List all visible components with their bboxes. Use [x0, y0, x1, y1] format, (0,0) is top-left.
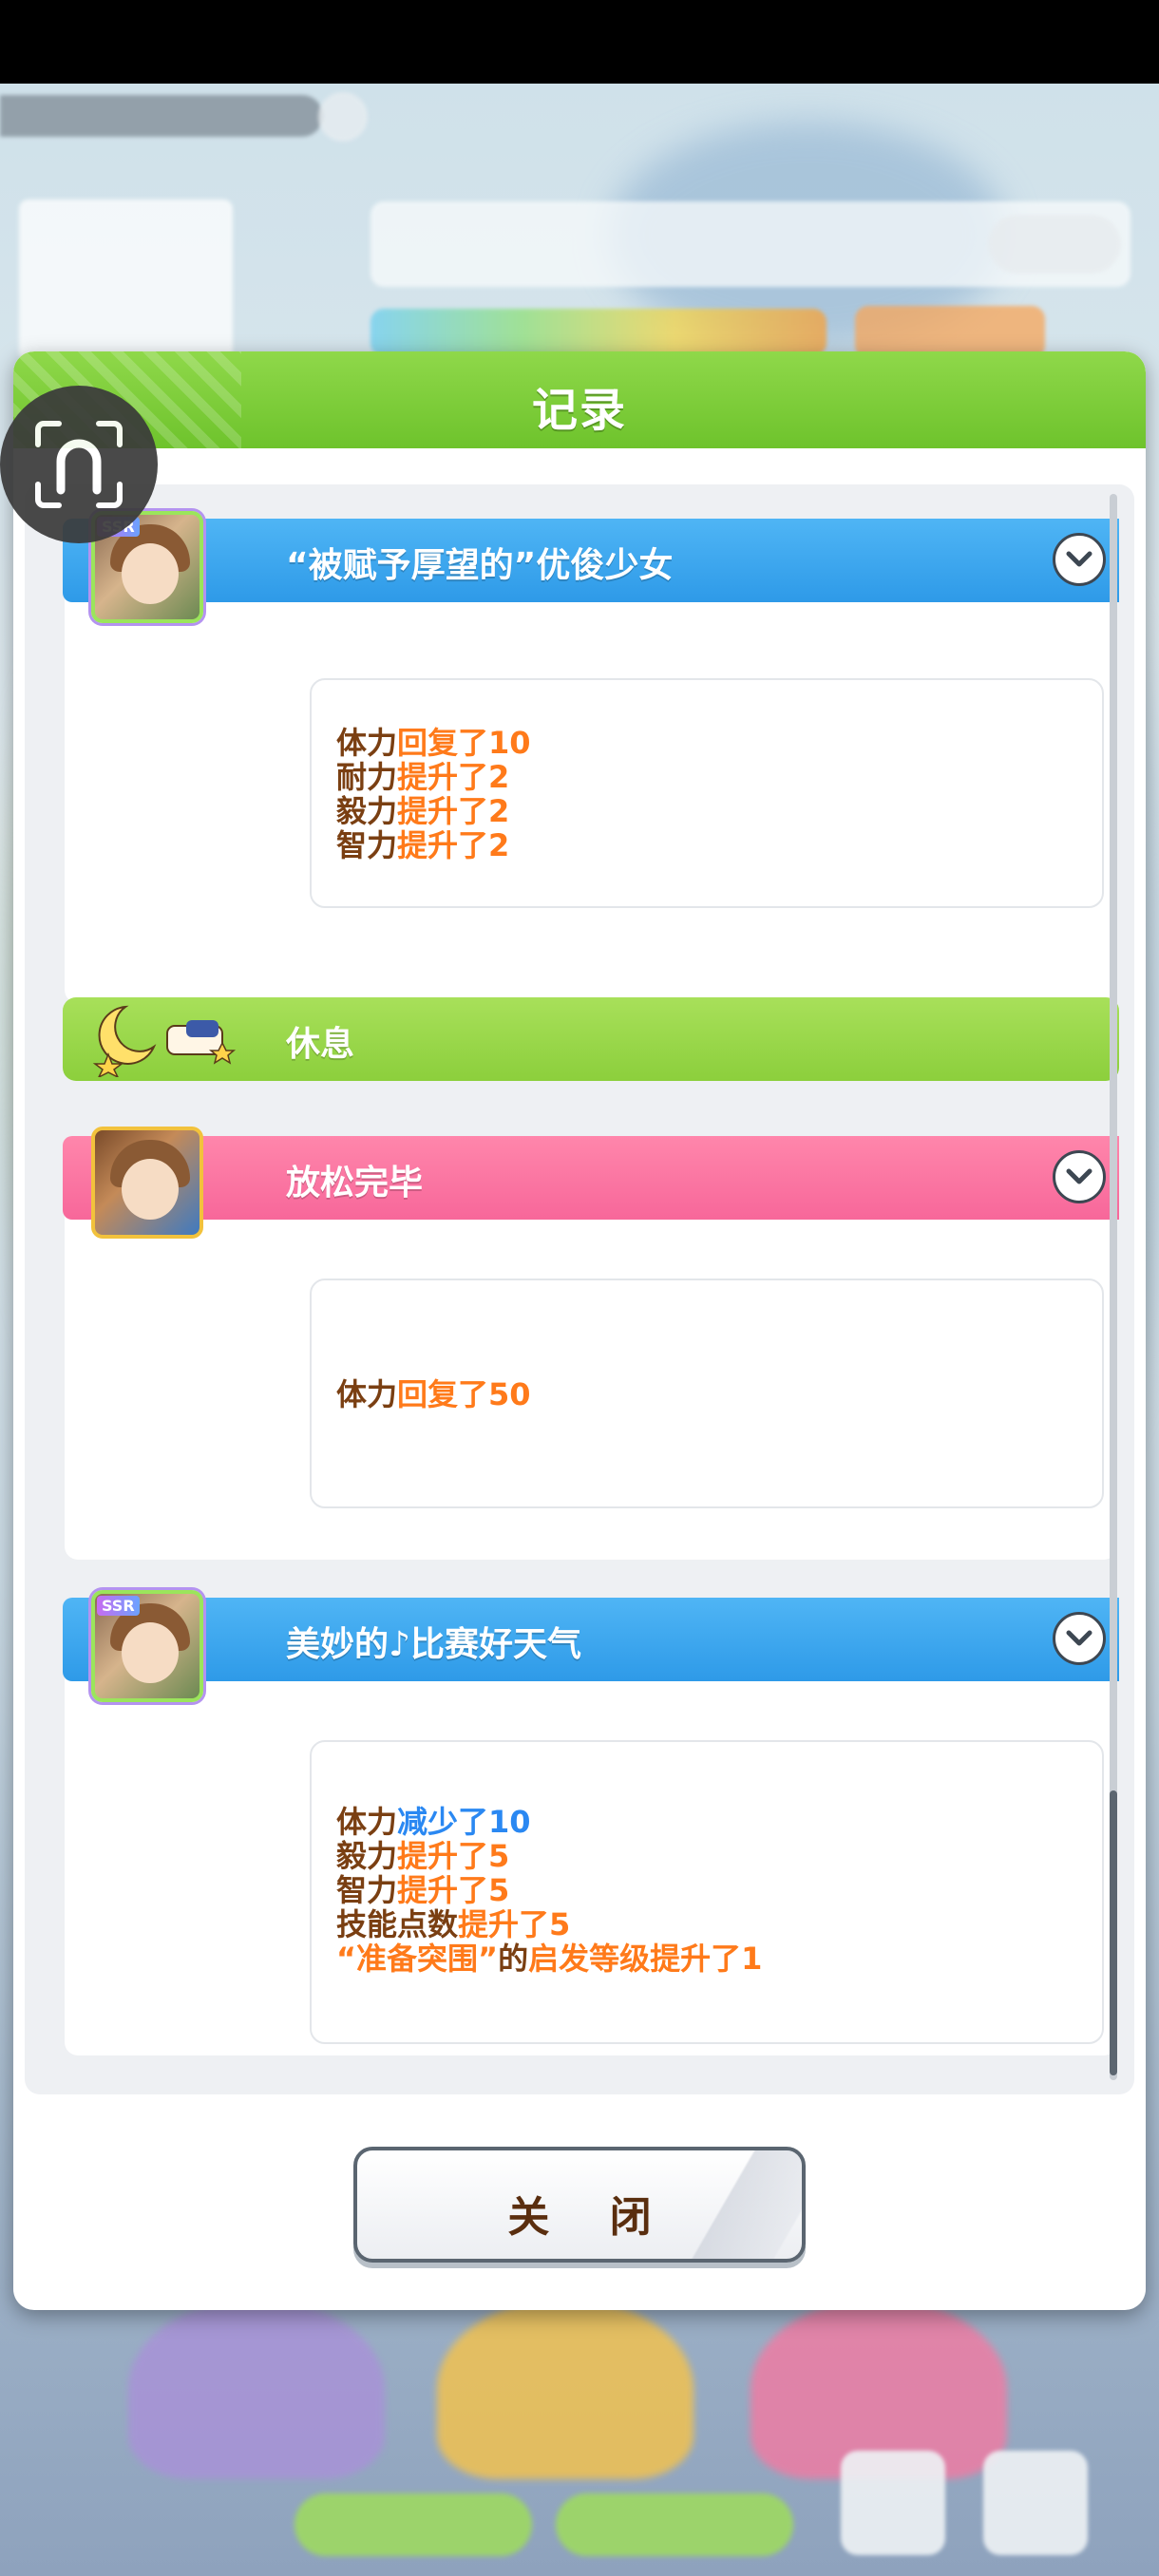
event-banner[interactable]: 美妙的♪比赛好天气: [63, 1598, 1119, 1681]
crescent-moon-icon: [80, 1001, 251, 1079]
effect-box: 体力回复了50: [310, 1279, 1104, 1508]
chevron-down-icon[interactable]: [1053, 1612, 1106, 1665]
stat-label: 智力: [336, 827, 398, 863]
rarity-badge: SSR: [97, 1596, 140, 1616]
stat-label: 智力: [336, 1872, 398, 1908]
effect-line: 毅力提升了2: [336, 794, 531, 828]
effect-line: 体力回复了50: [336, 1377, 531, 1411]
effect-line: 智力提升了5: [336, 1873, 762, 1907]
stat-change: 回复了10: [397, 725, 531, 761]
stat-change: 减少了10: [397, 1804, 531, 1840]
background-green-pill-1: [294, 2493, 532, 2556]
chevron-down-icon[interactable]: [1053, 1150, 1106, 1203]
effect-line: 体力减少了10: [336, 1805, 762, 1839]
effect-line: 耐力提升了2: [336, 760, 531, 794]
stat-label: 体力: [336, 725, 398, 761]
stat-change: 回复了50: [397, 1376, 531, 1412]
effect-line: “准备突围”的启发等级提升了1: [336, 1941, 762, 1976]
close-button-label: 关 闭: [507, 2193, 674, 2242]
stat-label: 的: [498, 1941, 529, 1977]
status-bar: [0, 0, 1159, 84]
event-title: 放松完毕: [286, 1164, 424, 1203]
support-card-portrait: SSR: [91, 1590, 203, 1702]
stat-change: “准备突围”: [336, 1941, 499, 1977]
close-button[interactable]: 关 闭: [353, 2147, 806, 2263]
effect-line: 技能点数提升了5: [336, 1907, 762, 1941]
effect-lines: 体力回复了10 耐力提升了2 毅力提升了2 智力提升了2: [336, 726, 531, 862]
character-portrait: [91, 1127, 203, 1239]
background-goal-button: [988, 215, 1121, 274]
scrollbar-thumb[interactable]: [1110, 1790, 1117, 2075]
event-title: 休息: [286, 1025, 355, 1064]
event-title: 美妙的♪比赛好天气: [286, 1625, 581, 1664]
stat-label: 毅力: [336, 793, 398, 829]
effect-line: 毅力提升了5: [336, 1839, 762, 1873]
background-menu-button: [983, 2451, 1088, 2555]
effect-box: 体力回复了10 耐力提升了2 毅力提升了2 智力提升了2: [310, 678, 1104, 908]
stat-label: 体力: [336, 1376, 398, 1412]
effect-lines: 体力减少了10 毅力提升了5 智力提升了5 技能点数提升了5 “准备突围”的启发等级提升…: [336, 1805, 762, 1976]
background-yellow-button: [437, 2299, 694, 2479]
event-banner[interactable]: “被赋予厚望的”优俊少女: [63, 519, 1119, 602]
log-dialog: 记录 “被赋予厚望的”优俊少女 SSR 体力回复了10耐力提升了2毅力提升了2智…: [13, 351, 1146, 2310]
log-scroll-panel[interactable]: “被赋予厚望的”优俊少女 SSR 体力回复了10耐力提升了2毅力提升了2智力提升…: [25, 484, 1134, 2094]
stat-label: 耐力: [336, 759, 398, 795]
effect-box: 体力减少了10 毅力提升了5 智力提升了5 技能点数提升了5 “准备突围”的启发等级提升…: [310, 1740, 1104, 2044]
chevron-down-icon[interactable]: [1053, 533, 1106, 586]
background-turn-panel: [19, 199, 233, 361]
event-title: “被赋予厚望的”优俊少女: [286, 546, 674, 585]
stat-change: 提升了5: [458, 1906, 571, 1942]
stat-change: 提升了2: [397, 793, 510, 829]
stat-label: 体力: [336, 1804, 398, 1840]
background-square-button-1: [841, 2451, 945, 2555]
horseshoe-icon[interactable]: [0, 386, 158, 543]
dialog-header: 记录: [13, 351, 1146, 448]
effect-line: 体力回复了10: [336, 726, 531, 760]
stat-change: 提升了5: [397, 1838, 510, 1874]
background-help-button: [318, 92, 368, 142]
stat-change: 提升了2: [397, 827, 510, 863]
stat-change: 提升了5: [397, 1872, 510, 1908]
event-banner[interactable]: 放松完毕: [63, 1136, 1119, 1220]
background-header-bar: [0, 95, 323, 137]
dialog-title: 记录: [531, 384, 627, 437]
stat-label: 毅力: [336, 1838, 398, 1874]
background-energy-bar: [370, 309, 826, 356]
stat-label: 技能点数: [336, 1906, 459, 1942]
background-purple-button: [128, 2299, 385, 2479]
background-green-pill-2: [556, 2493, 793, 2556]
event-banner-rest: 休息: [63, 997, 1119, 1081]
effect-line: 智力提升了2: [336, 828, 531, 862]
stat-change: 提升了2: [397, 759, 510, 795]
effect-lines: 体力回复了50: [336, 1377, 531, 1411]
stat-change: 启发等级提升了1: [528, 1941, 763, 1977]
